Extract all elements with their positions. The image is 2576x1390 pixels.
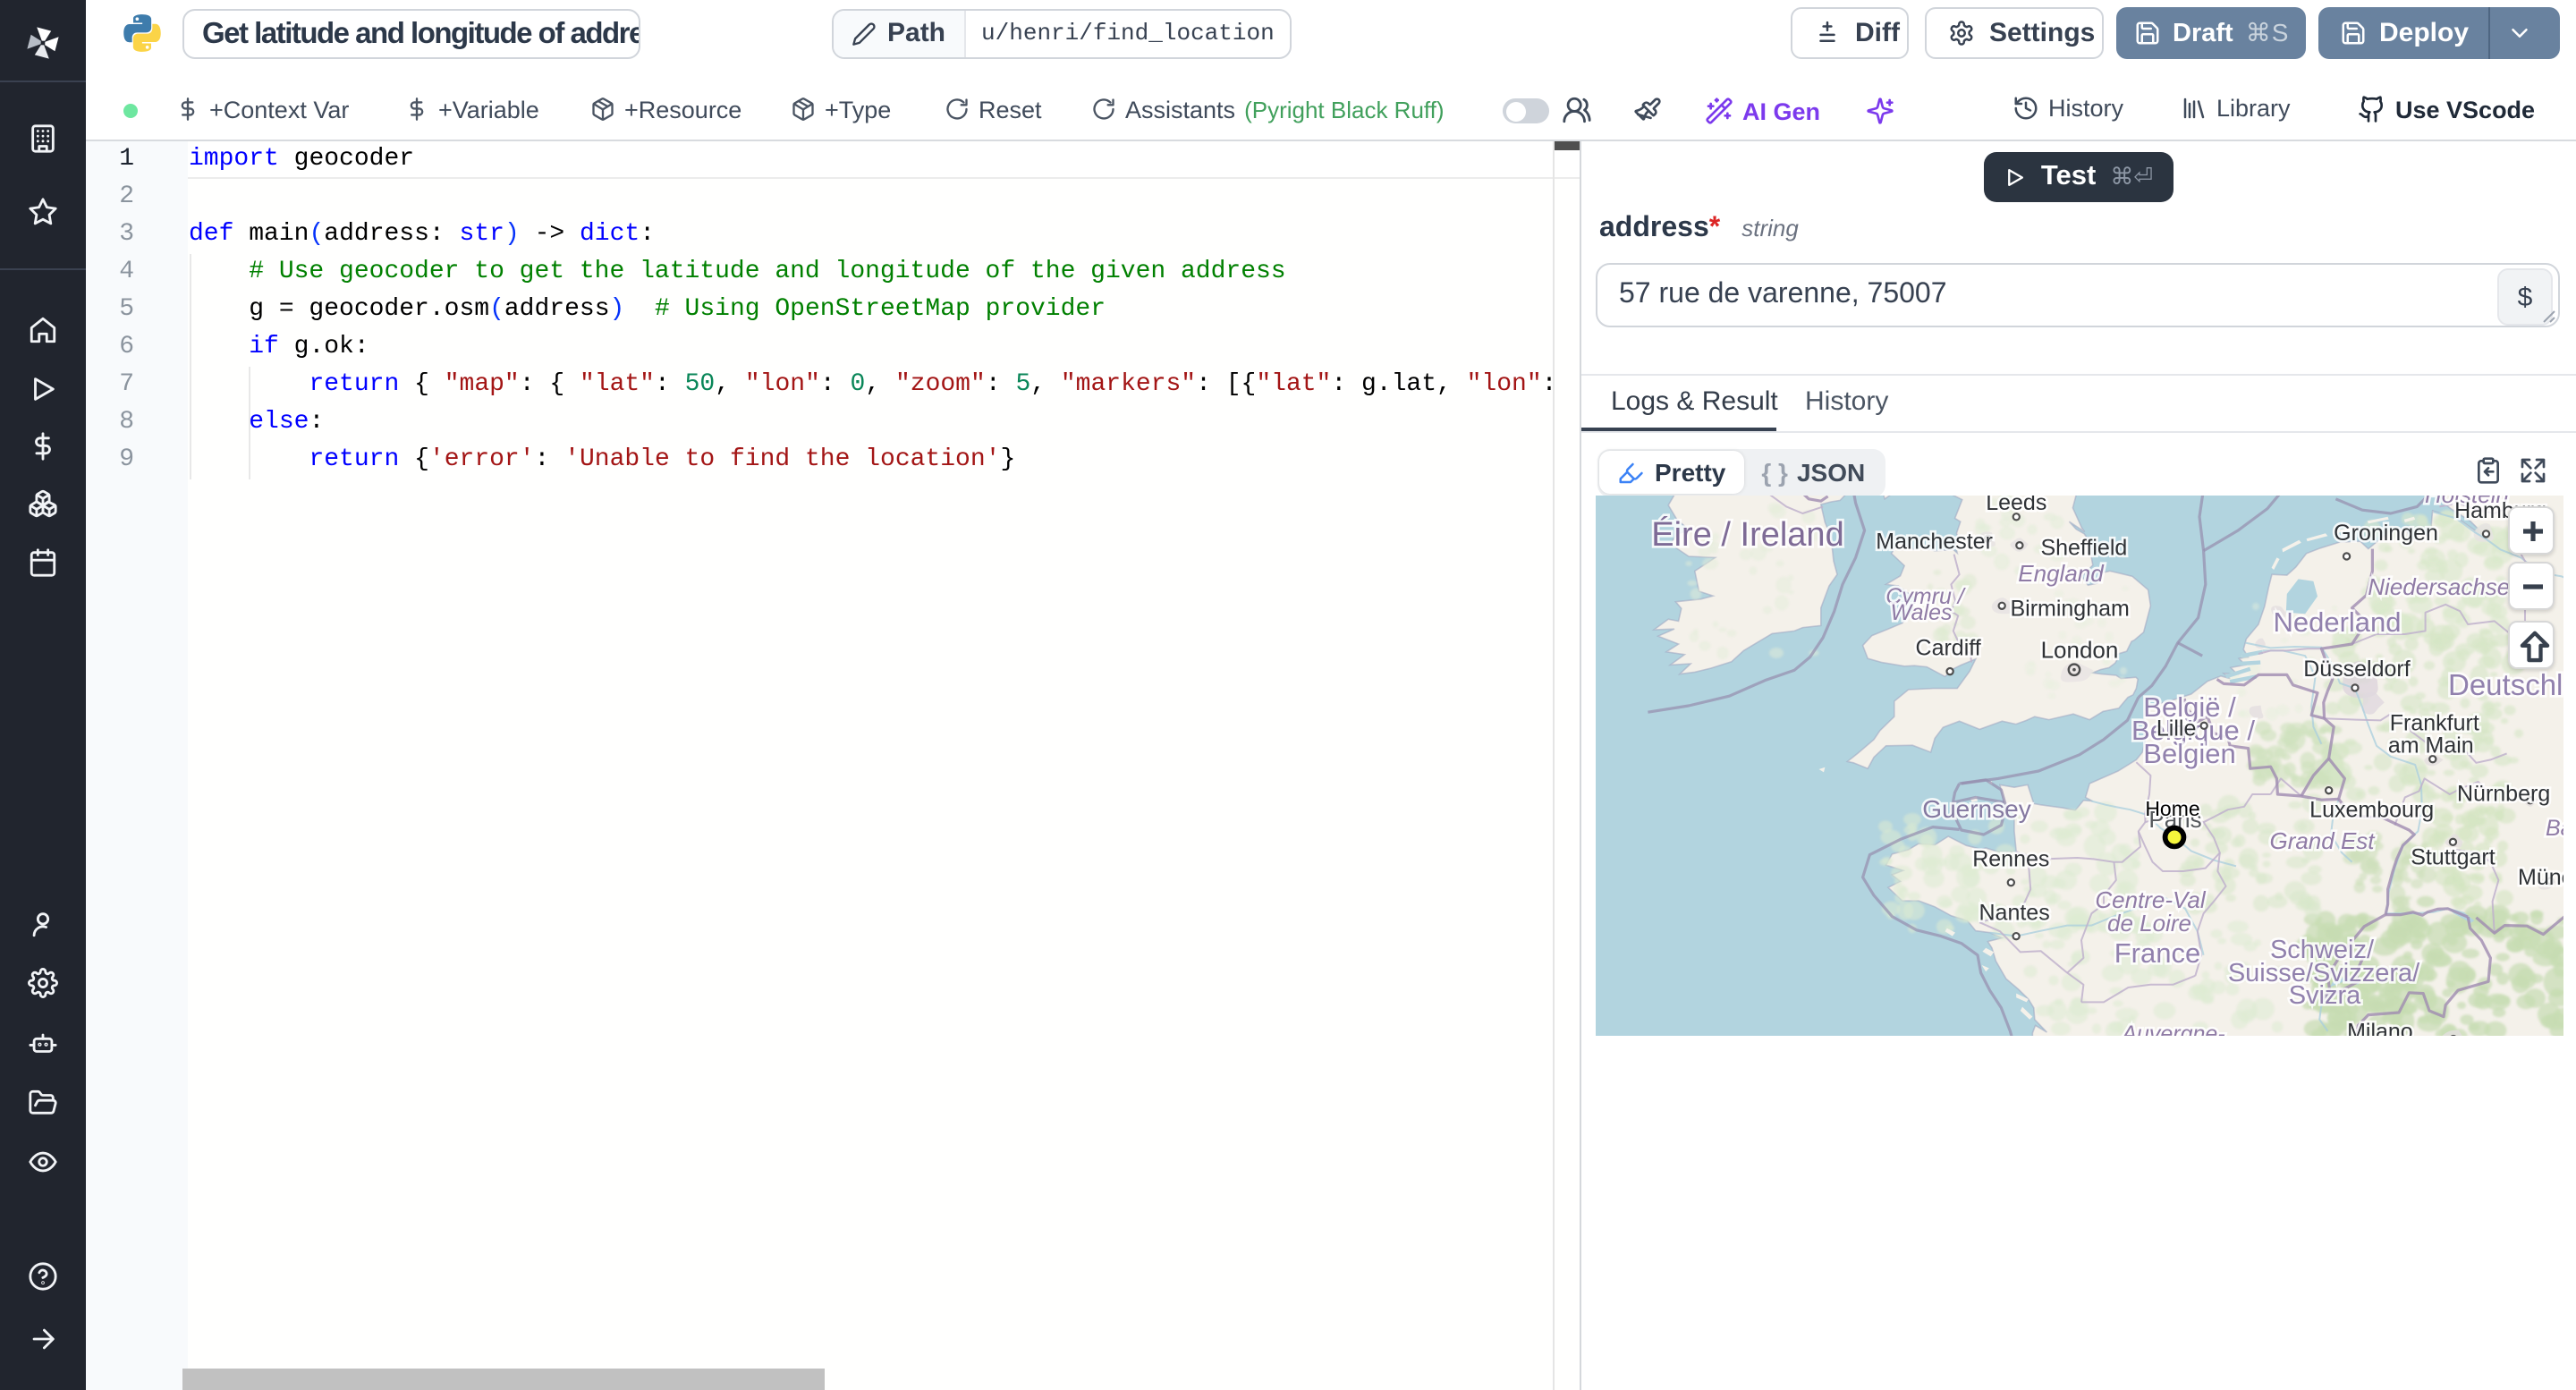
svg-text:Luxembourg: Luxembourg xyxy=(2309,798,2434,823)
svg-text:Sheffield: Sheffield xyxy=(2040,536,2127,561)
svg-text:Düsseldorf: Düsseldorf xyxy=(2303,657,2411,682)
svg-text:Manchester: Manchester xyxy=(1876,529,1993,554)
svg-text:Stuttgart: Stuttgart xyxy=(2411,844,2496,869)
svg-text:Wales: Wales xyxy=(1890,600,1952,625)
svg-text:Nürnberg: Nürnberg xyxy=(2457,782,2550,807)
svg-text:München: München xyxy=(2518,865,2563,890)
svg-text:Niedersachsen: Niedersachsen xyxy=(2368,573,2522,600)
svg-text:Frankfurt: Frankfurt xyxy=(2390,711,2479,736)
svg-text:Home: Home xyxy=(2145,797,2199,820)
svg-text:Éire / Ireland: Éire / Ireland xyxy=(1651,515,1843,554)
svg-text:Deutschland: Deutschland xyxy=(2448,668,2563,701)
svg-text:Leeds: Leeds xyxy=(1986,496,2046,515)
svg-text:Guernsey: Guernsey xyxy=(1922,795,2030,823)
svg-text:Belgien: Belgien xyxy=(2143,738,2235,769)
svg-text:Bayern: Bayern xyxy=(2546,816,2563,841)
svg-text:de Loire: de Loire xyxy=(2107,910,2191,937)
svg-text:Birmingham: Birmingham xyxy=(2010,596,2129,621)
svg-text:Nederland: Nederland xyxy=(2273,606,2401,638)
svg-text:Grand Est: Grand Est xyxy=(2269,827,2376,854)
svg-text:London: London xyxy=(2041,637,2119,664)
svg-text:Nantes: Nantes xyxy=(1979,901,2049,926)
svg-text:Rennes: Rennes xyxy=(1972,847,2049,872)
svg-text:France: France xyxy=(2114,937,2200,969)
svg-text:Cardiff: Cardiff xyxy=(1916,636,1981,661)
svg-text:England: England xyxy=(2018,560,2105,587)
svg-text:Milano: Milano xyxy=(2347,1020,2413,1036)
svg-text:am Main: am Main xyxy=(2388,733,2474,759)
svg-text:Auvergne-: Auvergne- xyxy=(2120,1021,2224,1036)
svg-text:Lille: Lille xyxy=(2157,716,2196,741)
svg-text:Svizra: Svizra xyxy=(2289,981,2361,1010)
svg-text:Groningen: Groningen xyxy=(2334,521,2438,546)
